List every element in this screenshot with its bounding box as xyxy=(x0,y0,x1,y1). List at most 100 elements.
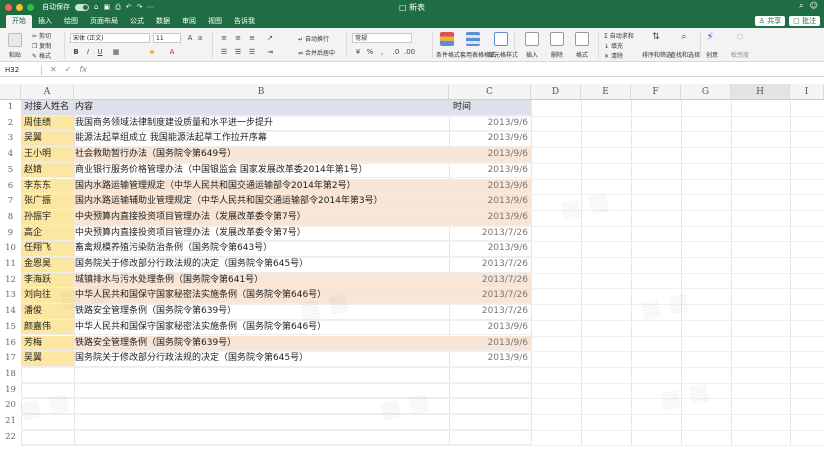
row-header[interactable]: 14 xyxy=(0,304,21,320)
row-header[interactable]: 21 xyxy=(0,414,21,430)
tab-insert[interactable]: 插入 xyxy=(32,15,58,28)
number-format-select[interactable]: 常规 xyxy=(352,33,412,43)
cell-b[interactable] xyxy=(74,383,449,399)
conditional-format-icon[interactable] xyxy=(440,32,454,46)
row-header[interactable]: 8 xyxy=(0,210,21,226)
cancel-icon[interactable]: ✕ xyxy=(50,65,57,74)
align-left-icon[interactable]: ☰ xyxy=(220,48,228,56)
cell-a[interactable]: 孙振宇 xyxy=(21,209,74,226)
row-header[interactable]: 22 xyxy=(0,430,21,446)
row-header[interactable]: 19 xyxy=(0,383,21,399)
cell-b[interactable]: 国务院关于修改部分行政法规的决定（国务院令第645号） xyxy=(74,257,449,273)
cell-a[interactable] xyxy=(21,414,74,430)
name-box[interactable]: H32 xyxy=(2,65,42,75)
undo-icon[interactable]: ↶ xyxy=(126,3,132,11)
row-header[interactable]: 3 xyxy=(0,131,21,147)
column-header-i[interactable]: I xyxy=(790,84,824,100)
cut-button[interactable]: ✂ 剪切 xyxy=(32,31,51,40)
cell-b[interactable]: 国内水路运输管理规定（中华人民共和国交通运输部令2014年第2号） xyxy=(74,178,449,195)
row-header[interactable]: 6 xyxy=(0,179,21,195)
zoom-window-button[interactable] xyxy=(27,3,34,11)
cell-c[interactable]: 2013/7/26 xyxy=(449,257,531,273)
print-icon[interactable]: ⎙ xyxy=(115,3,121,12)
column-header-a[interactable]: A xyxy=(21,84,74,100)
search-icon[interactable]: ⌕ xyxy=(799,1,803,11)
cell-c[interactable]: 2013/9/6 xyxy=(449,320,531,336)
tab-home[interactable]: 开始 xyxy=(6,15,32,28)
clear-button[interactable]: ✕ 清除 xyxy=(604,51,623,60)
cell-c[interactable]: 2013/9/6 xyxy=(449,351,531,367)
orientation-icon[interactable]: ↗ xyxy=(266,34,274,42)
share-button[interactable]: ♙ 共享 xyxy=(754,16,786,26)
paste-icon[interactable] xyxy=(8,33,22,47)
cell-c[interactable]: 2013/9/6 xyxy=(449,194,531,210)
select-all-corner[interactable] xyxy=(0,84,21,100)
font-name-select[interactable]: 宋体 (正文) xyxy=(70,33,150,43)
row-header[interactable]: 12 xyxy=(0,273,21,289)
align-top-icon[interactable]: ≡ xyxy=(220,34,228,42)
cell-a[interactable]: 高企 xyxy=(21,225,74,242)
row-header[interactable]: 10 xyxy=(0,241,21,257)
column-header-c[interactable]: C xyxy=(449,84,531,100)
cell-a[interactable]: 芳梅 xyxy=(21,335,74,352)
tab-data[interactable]: 数据 xyxy=(150,15,176,28)
fill-button[interactable]: ↓ 填充 xyxy=(604,41,623,50)
row-header[interactable]: 7 xyxy=(0,194,21,210)
increase-decimal-icon[interactable]: .0 xyxy=(392,48,400,56)
font-color-icon[interactable]: A xyxy=(168,48,176,56)
autosave-toggle[interactable] xyxy=(75,3,89,11)
copy-button[interactable]: ❐ 复制 xyxy=(32,41,51,50)
column-header-d[interactable]: D xyxy=(531,84,581,100)
cell-c[interactable]: 2013/9/6 xyxy=(449,178,531,195)
autosum-button[interactable]: Σ 自动求和 xyxy=(604,31,634,40)
tab-formulas[interactable]: 公式 xyxy=(124,15,150,28)
align-right-icon[interactable]: ☰ xyxy=(248,48,256,56)
header-cell-a[interactable]: 对接人姓名 xyxy=(21,100,74,116)
cell-b[interactable]: 铁路安全管理条例（国务院令第639号） xyxy=(74,335,449,352)
cell-b[interactable]: 国务院关于修改部分行政法规的决定（国务院令第645号） xyxy=(74,351,449,367)
sensitivity-icon[interactable]: ⬡ xyxy=(736,33,744,41)
tab-draw[interactable]: 绘图 xyxy=(58,15,84,28)
row-header[interactable]: 5 xyxy=(0,163,21,179)
cell-a[interactable] xyxy=(21,367,74,383)
cell-a[interactable] xyxy=(21,383,74,399)
percent-icon[interactable]: % xyxy=(366,48,374,56)
comments-button[interactable]: ▢ 批注 xyxy=(789,16,820,26)
italic-icon[interactable]: I xyxy=(84,48,92,56)
more-icon[interactable]: ⋯ xyxy=(147,3,154,11)
cell-c[interactable] xyxy=(449,430,531,446)
save-icon[interactable]: ▣ xyxy=(103,3,110,11)
cell-a[interactable]: 潘俊 xyxy=(21,304,74,320)
column-header-g[interactable]: G xyxy=(681,84,731,100)
column-header-b[interactable]: B xyxy=(74,84,449,100)
function-icon[interactable]: fx xyxy=(79,65,87,74)
cell-b[interactable] xyxy=(74,398,449,414)
row-header[interactable]: 2 xyxy=(0,116,21,132)
cell-a[interactable]: 金恩昊 xyxy=(21,257,74,273)
increase-font-icon[interactable]: A xyxy=(186,34,194,42)
table-format-icon[interactable] xyxy=(466,32,480,46)
cell-a[interactable] xyxy=(21,398,74,414)
fill-color-icon[interactable]: ◈ xyxy=(148,48,156,56)
align-center-icon[interactable]: ☰ xyxy=(234,48,242,56)
row-header[interactable]: 20 xyxy=(0,398,21,414)
cell-b[interactable]: 中华人民共和国保守国家秘密法实施条例（国务院令第646号） xyxy=(74,320,449,336)
row-header[interactable]: 1 xyxy=(0,100,21,116)
cell-b[interactable]: 畜禽规模养殖污染防治条例（国务院令第643号） xyxy=(74,241,449,257)
cell-b[interactable] xyxy=(74,430,449,446)
cell-c[interactable]: 2013/7/26 xyxy=(449,288,531,305)
delete-cells-icon[interactable] xyxy=(550,32,564,46)
merge-center-button[interactable]: ⇔ 合并后居中 xyxy=(298,48,335,57)
formula-input[interactable] xyxy=(100,65,820,75)
cell-c[interactable]: 2013/9/6 xyxy=(449,116,531,132)
cell-b[interactable] xyxy=(74,414,449,430)
cell-a[interactable] xyxy=(21,430,74,446)
row-header[interactable]: 16 xyxy=(0,336,21,352)
row-header[interactable]: 15 xyxy=(0,320,21,336)
cell-b[interactable]: 国内水路运输辅助业管理规定（中华人民共和国交通运输部令2014年第3号） xyxy=(74,194,449,210)
cell-b[interactable]: 中央预算内直接投资项目管理办法（发展改革委令第7号） xyxy=(74,209,449,226)
cell-c[interactable]: 2013/7/26 xyxy=(449,226,531,242)
cell-a[interactable]: 王小明 xyxy=(21,147,74,163)
align-bottom-icon[interactable]: ≡ xyxy=(248,34,256,42)
cell-c[interactable]: 2013/9/6 xyxy=(449,241,531,257)
